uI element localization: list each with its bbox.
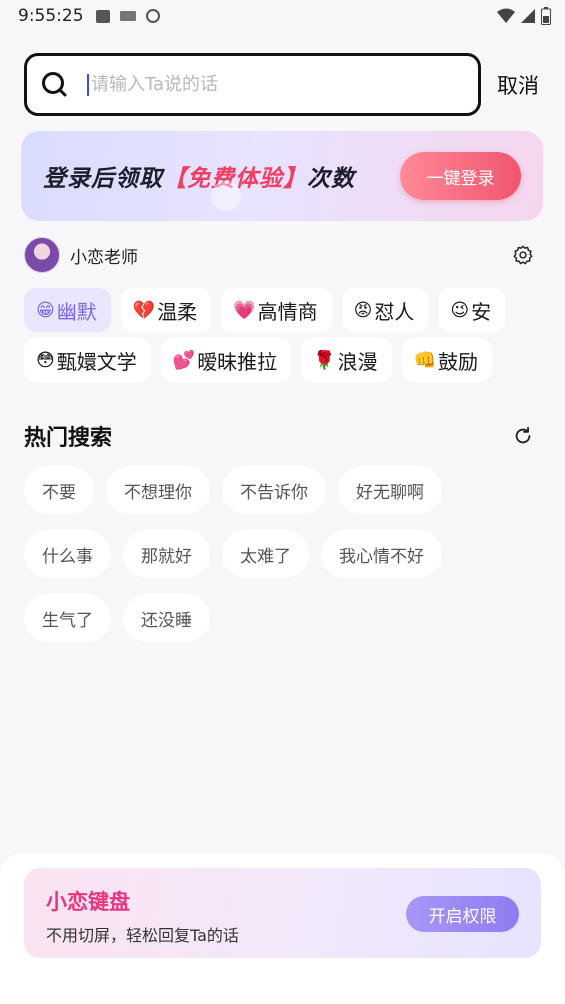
battery-icon [541,7,551,25]
hot-tag[interactable]: 好无聊啊 [338,466,442,514]
banner-text-lead: 登录后领取 [43,166,163,192]
chip-label: 暧昧推拉 [197,349,278,374]
hot-tag[interactable]: 不告诉你 [222,466,326,514]
notification-a-icon [95,9,110,23]
refresh-icon[interactable] [512,425,534,447]
chip-zhenhuan[interactable]: 😳 甄嬛文学 [24,338,151,382]
chip-label: 甄嬛文学 [56,349,137,374]
status-bar: 9:55:25 [0,0,565,32]
rose-emoji-icon: 🌹 [313,349,336,371]
chip-gentle[interactable]: 💔 温柔 [120,288,212,332]
hot-tag[interactable]: 不想理你 [106,466,210,514]
chip-encourage[interactable]: 👊 鼓励 [401,338,493,382]
persona-row: 小恋老师 [24,237,534,273]
login-banner[interactable]: 登录后领取【免费体验】次数 一键登录 [21,131,543,221]
two-hearts-emoji-icon: 💕 [172,349,196,371]
reply-style-chips: 😁 幽默 💔 温柔 💗 高情商 😡 怼人 😉 安 😳 甄嬛文学 💕 暧昧推拉 🌹 浪漫 👊 鼓励 [24,288,544,388]
banner-decoration [211,181,241,211]
chip-comfort[interactable]: 😉 安 [438,288,506,332]
search-input[interactable] [91,74,431,95]
flushed-emoji-icon: 😳 [36,349,55,371]
hot-tag[interactable]: 我心情不好 [321,530,442,578]
hot-tag[interactable]: 不要 [24,466,94,514]
keyboard-promo-card[interactable]: 小恋键盘 不用切屏，轻松回复Ta的话 开启权限 [24,868,541,958]
hot-tag[interactable]: 太难了 [222,530,309,578]
enable-permission-button[interactable]: 开启权限 [406,896,519,932]
banner-text-tail: 次数 [307,166,355,192]
wink-emoji-icon: 😉 [450,299,470,321]
chip-row-2: 😳 甄嬛文学 💕 暧昧推拉 🌹 浪漫 👊 鼓励 [24,338,544,382]
no-sim-icon [145,9,160,23]
fist-emoji-icon: 👊 [413,349,437,371]
hot-tag[interactable]: 生气了 [24,594,111,642]
angry-emoji-icon: 😡 [353,299,373,321]
heart-emoji-icon: 💗 [233,299,256,321]
search-box[interactable] [24,53,481,116]
gear-icon[interactable] [512,244,534,266]
status-system-icons [497,7,551,25]
banner-text: 登录后领取【免费体验】次数 [43,159,355,193]
one-click-login-button[interactable]: 一键登录 [400,152,521,200]
chip-label: 幽默 [56,299,97,324]
chip-label: 浪漫 [337,349,378,374]
grin-emoji-icon: 😁 [36,299,55,321]
hot-tag[interactable]: 那就好 [123,530,210,578]
hot-search-tags: 不要 不想理你 不告诉你 好无聊啊 什么事 那就好 太难了 我心情不好 生气了 … [24,466,524,642]
cancel-button[interactable]: 取消 [497,70,539,100]
chip-humor[interactable]: 😁 幽默 [24,288,111,332]
chip-label: 怼人 [374,299,415,324]
broken-heart-emoji-icon: 💔 [132,299,156,321]
search-bar: 取消 [24,53,544,116]
chip-label: 高情商 [257,299,318,324]
avatar[interactable] [24,237,60,273]
status-notification-icons [95,9,160,23]
chip-row-1: 😁 幽默 💔 温柔 💗 高情商 😡 怼人 😉 安 [24,288,544,332]
chip-label: 温柔 [157,299,198,324]
hot-search-header: 热门搜索 [24,420,534,452]
chip-high-eq[interactable]: 💗 高情商 [221,288,332,332]
search-icon [42,71,67,96]
chip-label: 安 [471,299,492,324]
hot-tag[interactable]: 还没睡 [123,594,210,642]
wifi-icon [497,8,515,23]
hot-search-title: 热门搜索 [24,426,113,451]
chip-roast[interactable]: 😡 怼人 [341,288,429,332]
text-cursor [87,73,89,96]
persona-name[interactable]: 小恋老师 [70,243,138,268]
chip-romantic[interactable]: 🌹 浪漫 [301,338,392,382]
chip-flirt[interactable]: 💕 暧昧推拉 [160,338,292,382]
keyboard-icon [119,11,136,21]
status-time: 9:55:25 [18,6,84,26]
chip-label: 鼓励 [438,349,479,374]
signal-icon [521,9,535,23]
hot-tag[interactable]: 什么事 [24,530,111,578]
